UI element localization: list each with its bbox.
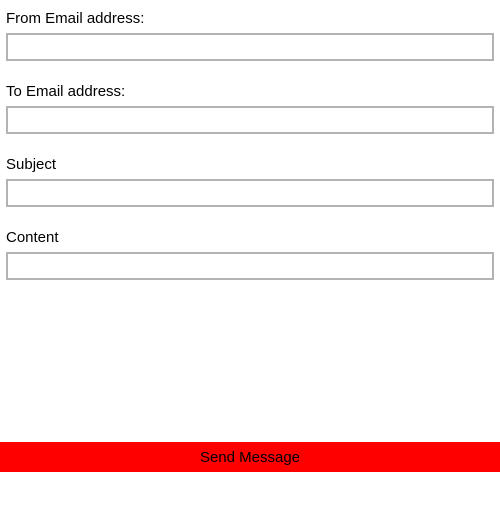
content-label: Content: [6, 229, 494, 246]
subject-label: Subject: [6, 156, 494, 173]
subject-input[interactable]: [6, 179, 494, 207]
send-message-button[interactable]: Send Message: [0, 442, 500, 472]
to-field-group: To Email address:: [6, 83, 494, 134]
to-label: To Email address:: [6, 83, 494, 100]
content-field-group: Content: [6, 229, 494, 280]
from-input[interactable]: [6, 33, 494, 61]
from-field-group: From Email address:: [6, 10, 494, 61]
from-label: From Email address:: [6, 10, 494, 27]
subject-field-group: Subject: [6, 156, 494, 207]
to-input[interactable]: [6, 106, 494, 134]
email-form: From Email address: To Email address: Su…: [0, 0, 500, 280]
content-input[interactable]: [6, 252, 494, 280]
